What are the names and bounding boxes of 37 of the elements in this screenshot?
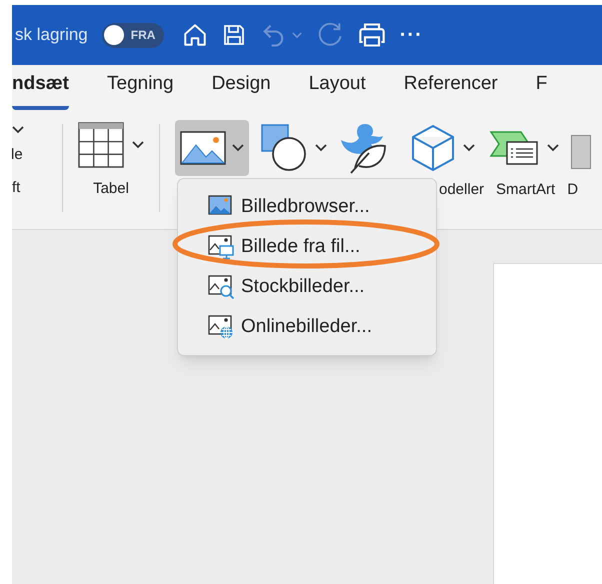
duck-leaf-icon[interactable]	[339, 122, 387, 174]
autosave-label: sk lagring	[15, 24, 88, 46]
smartart-icon[interactable]	[489, 130, 539, 166]
cube-icon[interactable]	[411, 124, 455, 172]
picture-icon	[180, 131, 226, 165]
chevron-icon[interactable]	[315, 144, 327, 152]
menu-item[interactable]: Stockbilleder...	[178, 267, 436, 307]
ribbon-label[interactable]: SmartArt	[496, 179, 556, 202]
picture-monitor-icon	[208, 234, 235, 260]
ribbon-tab[interactable]: Referencer	[404, 70, 498, 110]
more-button[interactable]: ···	[400, 20, 423, 50]
ribbon-label[interactable]: D	[567, 179, 578, 202]
chevron-icon[interactable]	[232, 144, 244, 152]
save-icon[interactable]	[222, 23, 246, 47]
chevron-icon[interactable]	[547, 144, 559, 152]
shapes-icon[interactable]	[261, 124, 307, 172]
ribbon-label[interactable]: odeller	[439, 179, 484, 202]
ribbon-tab[interactable]: Tegning	[107, 70, 174, 110]
home-icon[interactable]	[182, 22, 208, 48]
menu-item[interactable]: Onlinebilleder...	[178, 307, 436, 347]
ribbon-tab[interactable]: Design	[212, 70, 271, 110]
ribbon-label: le	[11, 145, 23, 165]
toggle-label: FRA	[130, 27, 156, 44]
ribbon-tab[interactable]: Layout	[308, 70, 366, 110]
ribbon-tab[interactable]: F	[536, 70, 548, 110]
chevron-icon[interactable]	[132, 141, 144, 149]
printer-icon[interactable]	[358, 22, 386, 48]
picture-magnifier-icon	[208, 274, 235, 300]
pictures-button[interactable]	[175, 120, 249, 176]
chevron-icon[interactable]	[12, 126, 24, 134]
chevron-icon[interactable]	[463, 144, 475, 152]
autosave-toggle[interactable]: FRA	[102, 22, 164, 48]
table-label[interactable]: Tabel	[93, 178, 129, 200]
picture-globe-icon	[208, 314, 235, 340]
table-icon[interactable]	[78, 122, 124, 168]
menu-item[interactable]: Billedbrowser...	[178, 187, 436, 227]
ribbon-label: ft	[12, 178, 20, 198]
